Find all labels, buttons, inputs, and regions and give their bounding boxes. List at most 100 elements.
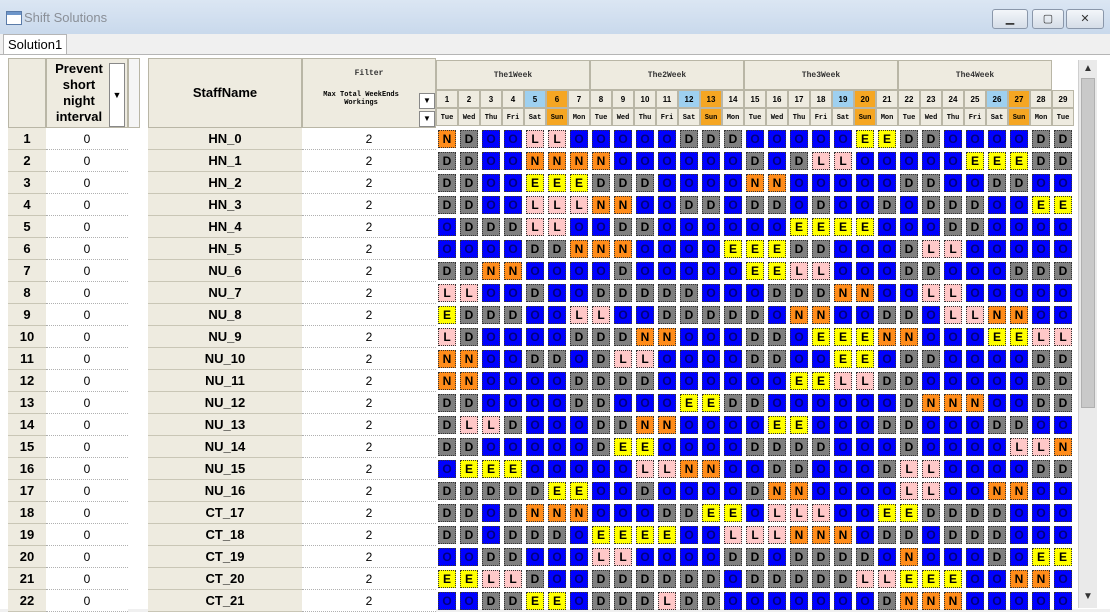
shift-cell[interactable]: D [614,570,632,588]
shift-cell[interactable]: O [460,240,478,258]
shift-cell[interactable]: O [504,240,522,258]
prevent-short-night-cell[interactable]: 0 [46,194,128,216]
shift-cell[interactable]: O [790,592,808,610]
shift-cell[interactable]: O [790,196,808,214]
shift-cell[interactable]: O [922,416,940,434]
staff-name-cell[interactable]: NU_7 [148,282,302,304]
shift-cell[interactable]: D [878,526,896,544]
shift-cell[interactable]: O [570,526,588,544]
shift-cell[interactable]: O [988,196,1006,214]
staff-name-cell[interactable]: NU_8 [148,304,302,326]
shift-cell[interactable]: O [856,196,874,214]
shift-cell[interactable]: O [482,328,500,346]
shift-cell[interactable]: O [570,350,588,368]
shift-cell[interactable]: E [768,262,786,280]
shift-cell[interactable]: N [790,306,808,324]
shift-cell[interactable]: E [548,174,566,192]
staff-name-cell[interactable]: HN_1 [148,150,302,172]
shift-cell[interactable]: E [548,592,566,610]
max-weekends-cell[interactable]: 2 [302,238,436,260]
day-name-header[interactable]: Fri [964,108,986,126]
shift-cell[interactable]: O [768,218,786,236]
shift-cell[interactable]: D [680,570,698,588]
shift-cell[interactable]: N [944,394,962,412]
shift-cell[interactable]: L [966,306,984,324]
shift-cell[interactable]: O [746,504,764,522]
shift-cell[interactable]: D [900,174,918,192]
shift-cell[interactable]: D [592,350,610,368]
shift-cell[interactable]: L [922,284,940,302]
shift-cell[interactable]: O [570,570,588,588]
shift-cell[interactable]: D [944,196,962,214]
shift-cell[interactable]: O [526,460,544,478]
shift-cell[interactable]: D [768,196,786,214]
shift-cell[interactable]: E [856,130,874,148]
day-number-header[interactable]: 24 [942,90,964,108]
shift-cell[interactable]: O [966,372,984,390]
shift-cell[interactable]: O [438,548,456,566]
shift-cell[interactable]: O [1054,482,1072,500]
shift-cell[interactable]: D [680,306,698,324]
day-number-header[interactable]: 25 [964,90,986,108]
shift-cell[interactable]: O [724,438,742,456]
shift-cell[interactable]: O [768,372,786,390]
shift-cell[interactable]: L [900,460,918,478]
shift-cell[interactable]: D [966,196,984,214]
day-number-header[interactable]: 11 [656,90,678,108]
shift-cell[interactable]: O [1010,504,1028,522]
shift-cell[interactable]: E [900,504,918,522]
max-weekends-cell[interactable]: 2 [302,458,436,480]
shift-cell[interactable]: D [680,592,698,610]
shift-cell[interactable]: O [988,460,1006,478]
shift-cell[interactable]: O [504,130,522,148]
shift-cell[interactable]: D [944,504,962,522]
shift-cell[interactable]: D [812,438,830,456]
shift-cell[interactable]: O [944,262,962,280]
shift-cell[interactable]: O [658,482,676,500]
shift-cell[interactable]: O [834,482,852,500]
shift-cell[interactable]: O [922,548,940,566]
prevent-short-night-cell[interactable]: 0 [46,480,128,502]
shift-cell[interactable]: L [636,460,654,478]
day-name-header[interactable]: Thu [788,108,810,126]
shift-cell[interactable]: O [482,438,500,456]
shift-cell[interactable]: E [658,526,676,544]
day-number-header[interactable]: 14 [722,90,744,108]
shift-cell[interactable]: O [856,526,874,544]
shift-cell[interactable]: O [680,482,698,500]
shift-cell[interactable]: O [548,262,566,280]
shift-cell[interactable]: D [636,218,654,236]
shift-cell[interactable]: O [1054,174,1072,192]
shift-cell[interactable]: D [702,306,720,324]
shift-cell[interactable]: O [548,438,566,456]
shift-cell[interactable]: O [592,460,610,478]
day-number-header[interactable]: 7 [568,90,590,108]
shift-cell[interactable]: L [944,240,962,258]
shift-cell[interactable]: O [988,284,1006,302]
staff-name-cell[interactable]: NU_12 [148,392,302,414]
staff-name-cell[interactable]: NU_6 [148,260,302,282]
shift-cell[interactable]: O [636,240,654,258]
shift-cell[interactable]: O [878,284,896,302]
shift-cell[interactable]: N [548,152,566,170]
prevent-short-night-cell[interactable]: 0 [46,260,128,282]
shift-cell[interactable]: O [966,328,984,346]
day-number-header[interactable]: 2 [458,90,480,108]
shift-cell[interactable]: N [1032,570,1050,588]
shift-cell[interactable]: O [988,218,1006,236]
prevent-short-night-cell[interactable]: 0 [46,348,128,370]
shift-cell[interactable]: O [878,394,896,412]
shift-cell[interactable]: D [746,548,764,566]
shift-cell[interactable]: E [570,174,588,192]
shift-cell[interactable]: O [900,218,918,236]
shift-cell[interactable]: O [768,548,786,566]
max-weekends-cell[interactable]: 2 [302,194,436,216]
shift-cell[interactable]: D [900,350,918,368]
shift-cell[interactable]: D [1010,416,1028,434]
shift-cell[interactable]: O [482,372,500,390]
shift-cell[interactable]: O [988,438,1006,456]
shift-cell[interactable]: D [966,504,984,522]
shift-cell[interactable]: O [1032,284,1050,302]
shift-cell[interactable]: O [680,218,698,236]
shift-cell[interactable]: O [548,548,566,566]
